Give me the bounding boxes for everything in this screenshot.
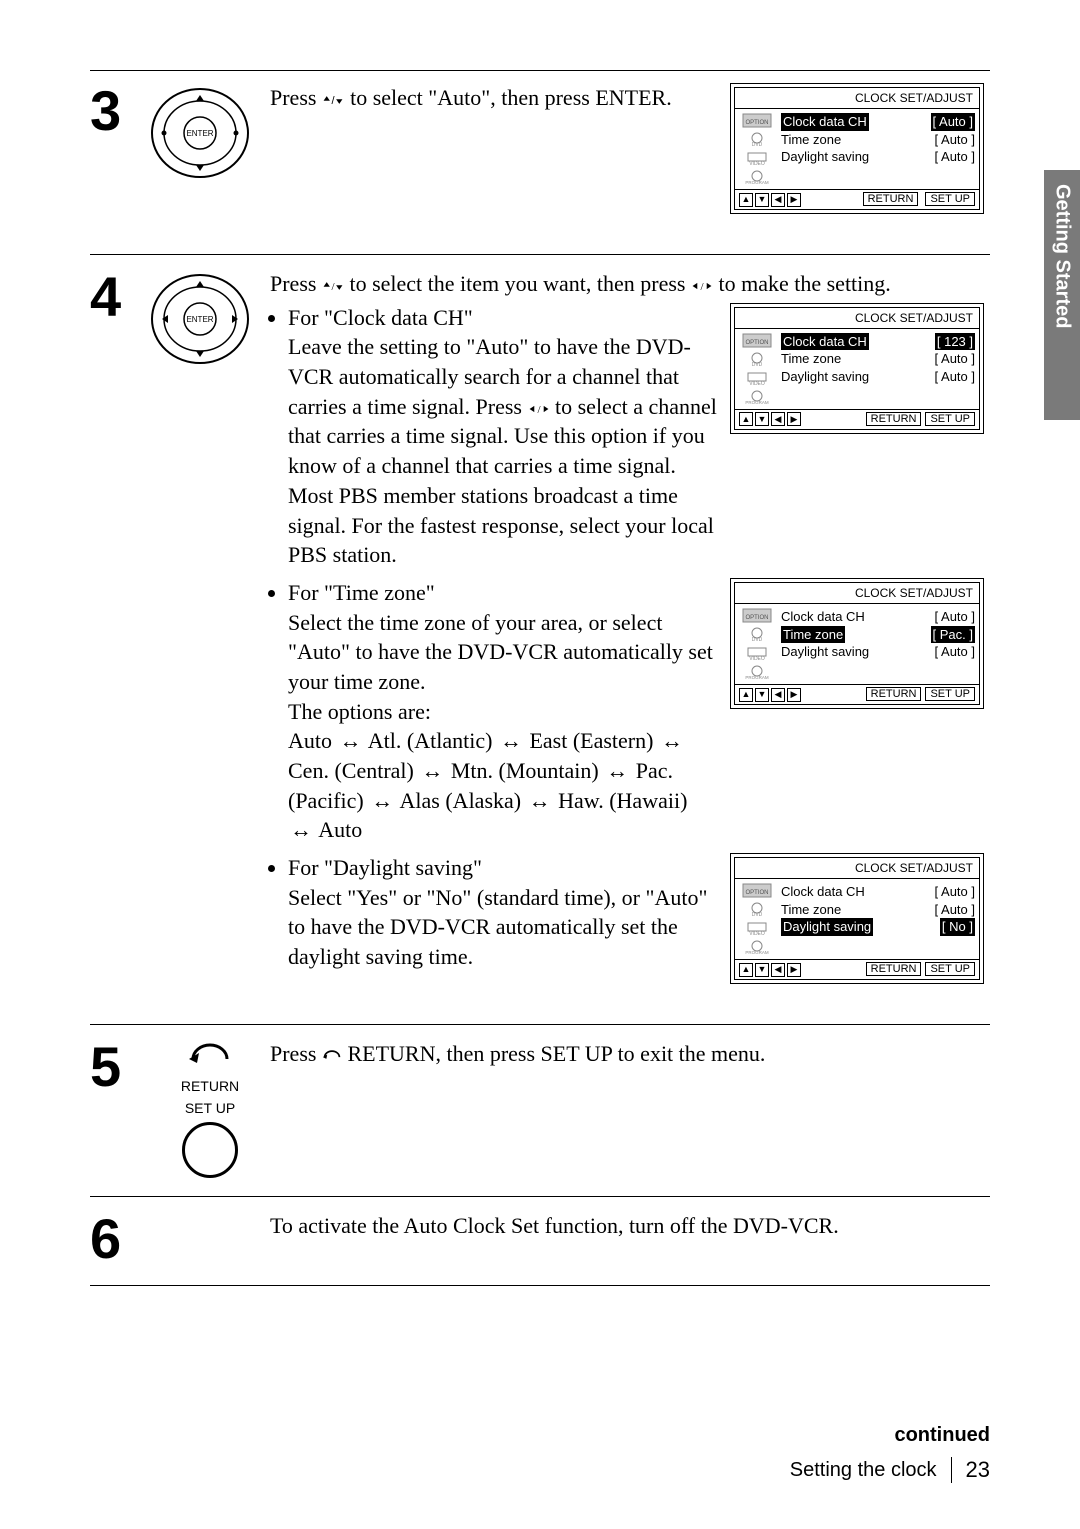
up-down-arrow-icon: /: [322, 279, 344, 293]
osd-screen-2: CLOCK SET/ADJUST OPTION DVD VIDEO PROGRA…: [730, 303, 984, 434]
osd-title: CLOCK SET/ADJUST: [735, 88, 979, 109]
svg-text:/: /: [331, 95, 335, 107]
setup-btn: SET UP: [925, 192, 975, 206]
svg-text:OPTION: OPTION: [745, 615, 768, 621]
svg-text:DVD: DVD: [752, 142, 763, 147]
svg-text:PROGRAM: PROGRAM: [745, 675, 769, 680]
return-arc-icon: [322, 1047, 342, 1063]
section-tab: Getting Started: [1044, 170, 1080, 420]
return-label: RETURN: [181, 1078, 239, 1094]
svg-text:VIDEO: VIDEO: [749, 381, 765, 386]
osd-screen-4: CLOCK SET/ADJUST OPTION DVD VIDEO PROGRA…: [730, 853, 984, 984]
rule: [90, 70, 990, 71]
svg-text:/: /: [331, 281, 335, 293]
svg-text:/: /: [537, 404, 541, 416]
osd-sidebar: OPTION DVD VIDEO PROGRAM: [735, 109, 779, 189]
svg-text:VIDEO: VIDEO: [749, 656, 765, 661]
osd-screen-1: CLOCK SET/ADJUST OPTION DVD VIDEO PROGRA…: [730, 83, 984, 214]
svg-text:DVD: DVD: [752, 912, 763, 917]
bullet-clock-data-ch: For "Clock data CH" Leave the setting to…: [288, 303, 718, 570]
svg-text:VIDEO: VIDEO: [749, 931, 765, 936]
step-number: 5: [90, 1039, 150, 1178]
up-down-arrow-icon: /: [322, 85, 350, 110]
page-footer: continued Setting the clock 23: [90, 1424, 990, 1483]
step-number: 4: [90, 269, 150, 1006]
svg-text:OPTION: OPTION: [745, 120, 768, 126]
step-3: 3 ENTER Press /: [90, 83, 990, 255]
setup-button-icon: [182, 1122, 238, 1178]
manual-page: Getting Started 3 ENTER Press: [0, 0, 1080, 1529]
svg-text:OPTION: OPTION: [745, 890, 768, 896]
svg-text:DVD: DVD: [752, 362, 763, 367]
svg-text:PROGRAM: PROGRAM: [745, 950, 769, 955]
svg-text:DVD: DVD: [752, 637, 763, 642]
continued-label: continued: [90, 1424, 990, 1447]
svg-text:/: /: [700, 281, 704, 293]
step-6: 6 To activate the Auto Clock Set functio…: [90, 1211, 990, 1286]
enter-label: ENTER: [186, 129, 213, 138]
return-setup-buttons-icon: RETURN SET UP: [150, 1039, 270, 1178]
divider: [951, 1457, 952, 1483]
svg-text:VIDEO: VIDEO: [749, 161, 765, 166]
return-btn: RETURN: [863, 192, 919, 206]
step-3-text: Press / to select "Auto", then press ENT…: [270, 83, 730, 236]
setup-label: SET UP: [185, 1100, 235, 1116]
svg-text:OPTION: OPTION: [745, 340, 768, 346]
step-6-text: To activate the Auto Clock Set function,…: [270, 1211, 990, 1267]
left-right-arrow-icon: /: [691, 279, 713, 293]
remote-dpad-icon: ENTER: [150, 269, 270, 1006]
step-5-text: Press RETURN, then press SET UP to exit …: [270, 1039, 990, 1178]
arrow-keys-icon: ▲▼◀▶: [739, 193, 801, 207]
svg-text:PROGRAM: PROGRAM: [745, 180, 769, 185]
step-number: 3: [90, 83, 150, 236]
osd-screen-3: CLOCK SET/ADJUST OPTION DVD VIDEO PROGRA…: [730, 578, 984, 709]
step-4: 4 ENTER Press / to select the item you w…: [90, 269, 990, 1025]
footer-section: Setting the clock: [790, 1459, 937, 1482]
bullet-time-zone: For "Time zone" Select the time zone of …: [288, 578, 718, 845]
step-5: 5 RETURN SET UP Press RETURN, then press…: [90, 1039, 990, 1197]
step-number: 6: [90, 1211, 150, 1267]
bullet-daylight-saving: For "Daylight saving" Select "Yes" or "N…: [288, 853, 718, 972]
page-number: 23: [966, 1457, 990, 1483]
left-right-arrow-icon: /: [528, 402, 550, 416]
step-4-intro: Press / to select the item you want, the…: [270, 269, 990, 299]
svg-text:PROGRAM: PROGRAM: [745, 400, 769, 405]
svg-text:ENTER: ENTER: [186, 315, 213, 324]
remote-dpad-icon: ENTER: [150, 83, 270, 236]
